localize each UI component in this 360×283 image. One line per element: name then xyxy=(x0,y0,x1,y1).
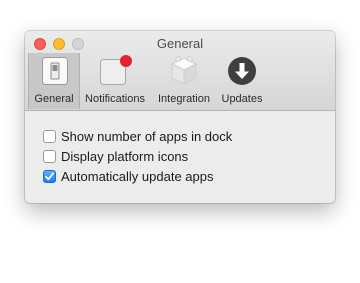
download-arrow-icon xyxy=(228,57,256,85)
setting-show-app-count[interactable]: Show number of apps in dock xyxy=(43,128,232,144)
title-bar: General General Notifications Integratio… xyxy=(25,31,335,111)
tab-general[interactable]: General xyxy=(28,53,80,109)
switch-icon xyxy=(42,57,68,85)
tab-notifications[interactable]: Notifications xyxy=(80,53,150,109)
checkbox-auto-update[interactable] xyxy=(43,169,56,183)
checkmark-icon xyxy=(45,172,54,180)
preferences-window: General General Notifications Integratio… xyxy=(25,31,335,203)
tab-updates[interactable]: Updates xyxy=(217,53,267,109)
setting-auto-update-label: Automatically update apps xyxy=(61,168,214,184)
setting-show-app-count-label: Show number of apps in dock xyxy=(61,128,233,144)
setting-display-platform-icons-label: Display platform icons xyxy=(61,148,189,164)
setting-display-platform-icons[interactable]: Display platform icons xyxy=(43,148,188,164)
tab-integration-label: Integration xyxy=(158,93,210,105)
tab-integration[interactable]: Integration xyxy=(153,53,215,109)
notification-badge-icon xyxy=(100,55,132,85)
cube-icon xyxy=(170,56,198,85)
tab-updates-label: Updates xyxy=(221,93,263,105)
tab-general-label: General xyxy=(34,93,74,105)
tab-notifications-label: Notifications xyxy=(85,93,145,105)
settings-panel: Show number of apps in dock Display plat… xyxy=(25,111,335,203)
checkbox-show-app-count[interactable] xyxy=(43,129,56,143)
window-title: General xyxy=(156,36,204,51)
setting-auto-update[interactable]: Automatically update apps xyxy=(43,168,213,184)
checkbox-display-platform-icons[interactable] xyxy=(43,149,56,163)
